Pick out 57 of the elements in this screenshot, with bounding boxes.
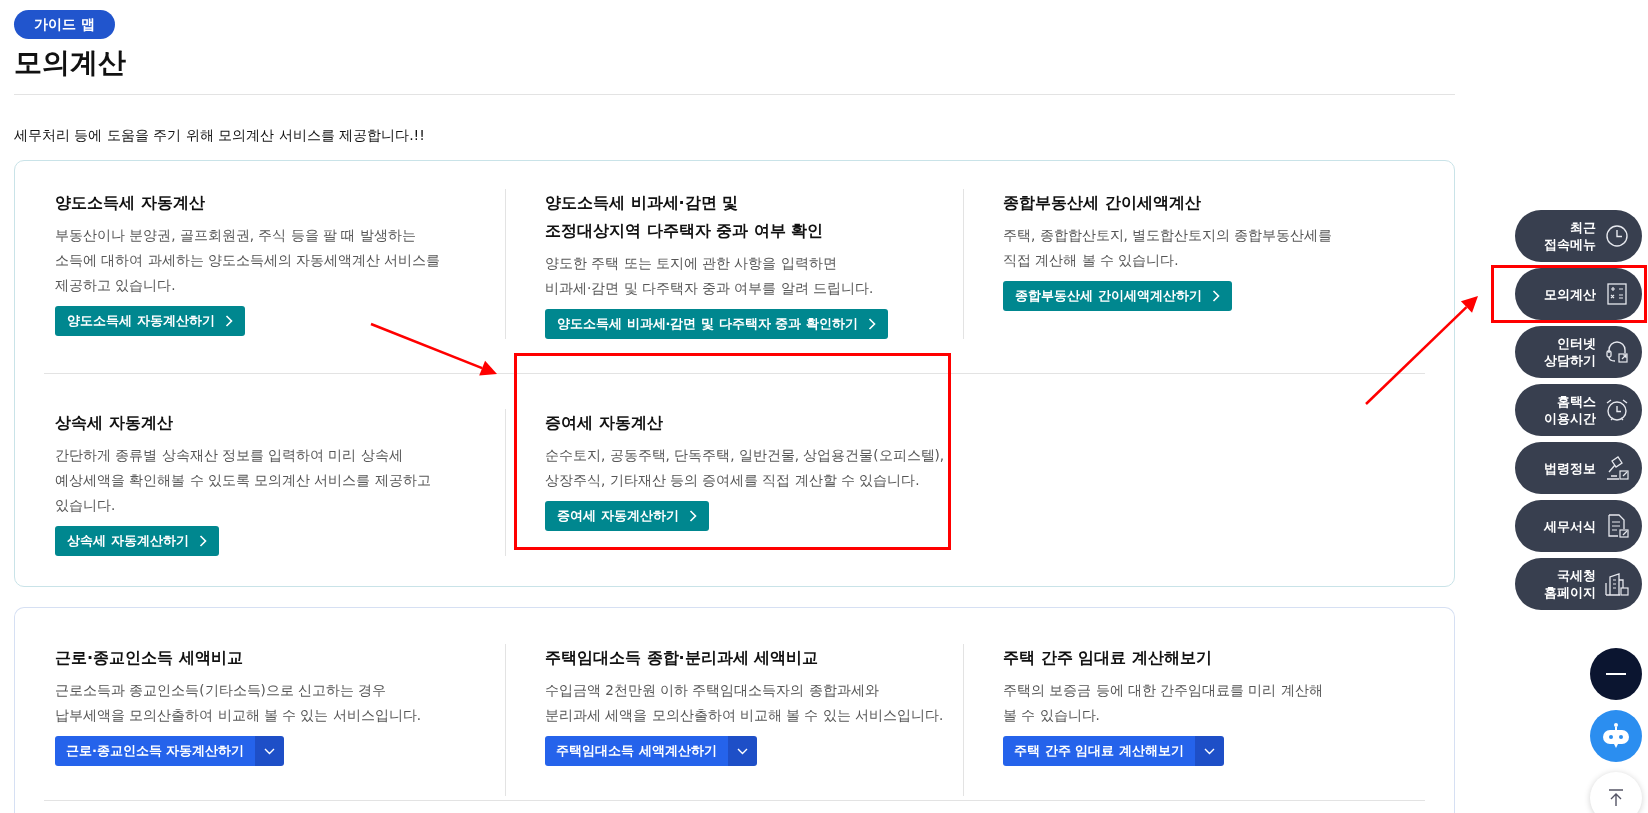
building-icon (1604, 571, 1630, 597)
service-description: 부동산이나 분양권, 골프회원권, 주식 등을 팔 때 발생하는 소득에 대하여 과세하는 양도소득세의 자동세액계산 서비스를 제공하고 있습니다. (55, 226, 442, 295)
caret-icon (736, 747, 748, 755)
service-button[interactable]: 종합부동산세 간이세액계산하기 (1003, 281, 1232, 311)
service-description: 주택의 보증금 등에 대한 간주임대료를 미리 계산해 볼 수 있습니다. (1003, 681, 1324, 725)
service-description: 수입금액 2천만원 이하 주택임대소득자의 종합과세와 분리과세 세액을 모의산출하여 비교해 볼 수 있는 서비스입니다. (545, 681, 945, 725)
minus-icon (1606, 672, 1626, 676)
service-button[interactable]: 근로·종교인소득 자동계산하기 (55, 736, 256, 766)
service-button[interactable]: 상속세 자동계산하기 (55, 526, 219, 556)
alarm-clock-icon (1604, 397, 1630, 423)
service-button[interactable]: 주택 간주 임대료 계산해보기 (1003, 736, 1195, 766)
chevron-icon (867, 318, 876, 330)
service-description: 양도한 주택 또는 토지에 관한 사항을 입력하면 비과세·감면 및 다주택자 중과 여부를 알려 드립니다. (545, 254, 875, 298)
service-button[interactable]: 증여세 자동계산하기 (545, 501, 709, 531)
service-title: 양도소득세 비과세·감면 및 조정대상지역 다주택자 중과 여부 확인 (545, 192, 825, 242)
intro-text: 세무처리 등에 도움을 주기 위해 모의계산 서비스를 제공합니다.!! (14, 126, 426, 145)
headset-icon (1604, 339, 1630, 365)
quick-menu-button[interactable]: 홈택스 이용시간 (1515, 384, 1642, 436)
service-title: 양도소득세 자동계산 (55, 192, 206, 214)
chevron-icon (1211, 290, 1220, 302)
quick-menu-button[interactable]: 모의계산 (1515, 268, 1642, 320)
service-description: 주택, 종합합산토지, 별도합산토지의 종합부동산세를 직접 계산해 볼 수 있습니다. (1003, 226, 1334, 270)
chatbot-button[interactable] (1590, 710, 1642, 762)
page-title: 모의계산 (14, 45, 127, 81)
service-title: 종합부동산세 간이세액계산 (1003, 192, 1202, 214)
service-button[interactable]: 주택임대소득 세액계산하기 (545, 736, 728, 766)
service-title: 상속세 자동계산 (55, 412, 174, 434)
caret-icon (264, 747, 276, 755)
chevron-icon (224, 315, 233, 327)
calculator-icon (1604, 281, 1630, 307)
guide-map-badge[interactable]: 가이드 맵 (14, 10, 115, 39)
chevron-icon (688, 510, 697, 522)
service-title: 증여세 자동계산 (545, 412, 664, 434)
quick-menu-button[interactable]: 세무서식 (1515, 500, 1642, 552)
quick-menu-button[interactable]: 최근 접속메뉴 (1515, 210, 1642, 262)
service-button[interactable]: 양도소득세 비과세·감면 및 다주택자 중과 확인하기 (545, 309, 888, 339)
dropdown-toggle[interactable] (1194, 736, 1224, 766)
service-button[interactable]: 양도소득세 자동계산하기 (55, 306, 245, 336)
dropdown-toggle[interactable] (255, 736, 285, 766)
scroll-to-top-button[interactable] (1590, 772, 1642, 813)
arrow-up-icon (1608, 789, 1624, 807)
service-description: 순수토지, 공동주택, 단독주택, 일반건물, 상업용건물(오피스텔), 상장주식, 기타재산 등의 증여세를 직접 계산할 수 있습니다. (545, 446, 946, 490)
service-description: 간단하게 종류별 상속재산 정보를 입력하여 미리 상속세 예상세액을 확인해볼 수 있도록 모의계산 서비스를 제공하고 있습니다. (55, 446, 432, 515)
service-title: 근로·종교인소득 세액비교 (55, 647, 244, 669)
dropdown-toggle[interactable] (727, 736, 757, 766)
quick-menu-button[interactable]: 법령정보 (1515, 442, 1642, 494)
service-title: 주택 간주 임대료 계산해보기 (1003, 647, 1213, 669)
quick-menu-button[interactable]: 국세청 홈페이지 (1515, 558, 1642, 610)
caret-icon (1203, 747, 1215, 755)
service-description: 근로소득과 종교인소득(기타소득)으로 신고하는 경우 납부세액을 모의산출하여 비교해 볼 수 있는 서비스입니다. (55, 681, 423, 725)
quick-menu-button[interactable]: 인터넷 상담하기 (1515, 326, 1642, 378)
gavel-icon (1604, 455, 1630, 481)
chevron-icon (198, 535, 207, 547)
robot-icon (1601, 722, 1631, 750)
clock-icon (1604, 223, 1630, 249)
collapse-button[interactable] (1590, 648, 1642, 700)
service-title: 주택임대소득 종합·분리과세 세액비교 (545, 647, 820, 669)
